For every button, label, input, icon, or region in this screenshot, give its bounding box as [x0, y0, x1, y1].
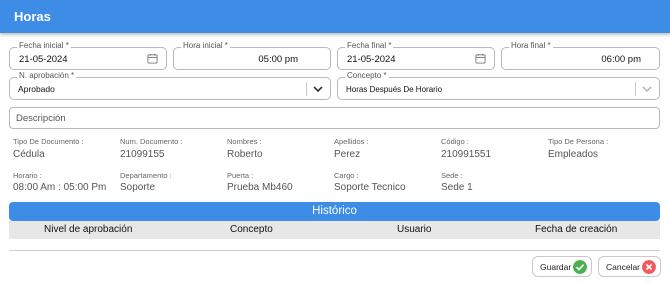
descripcion-placeholder: Descripción — [16, 113, 66, 124]
guardar-label: Guardar — [540, 262, 572, 272]
fecha-inicial-field[interactable]: Fecha inicial * 21-05-2024 — [9, 41, 167, 70]
footer-divider — [9, 250, 660, 251]
sede-label: Sede : — [441, 171, 463, 180]
cancelar-label: Cancelar — [606, 262, 641, 272]
horario-label: Horario : — [13, 171, 42, 180]
hora-inicial-field[interactable]: Hora inicial * 05:00 pm — [173, 41, 331, 70]
chevron-down-icon[interactable] — [641, 84, 653, 94]
hora-final-field[interactable]: Hora final * 06:00 pm — [501, 41, 660, 70]
apellidos-value: Perez — [334, 149, 361, 160]
dialog-header: Horas — [0, 0, 670, 33]
aprobacion-label: N. aprobación * — [17, 71, 77, 81]
aprobacion-value: Aprobado — [18, 84, 55, 94]
hora-inicial-value: 05:00 pm — [258, 54, 298, 65]
historico-title: Histórico — [312, 205, 357, 217]
calendar-icon[interactable] — [475, 53, 486, 64]
sede-value: Sede 1 — [441, 182, 473, 193]
chevron-down-icon[interactable] — [312, 84, 324, 94]
hora-final-value: 06:00 pm — [601, 54, 641, 65]
concepto-label: Concepto * — [345, 71, 389, 81]
select-separator — [635, 82, 636, 96]
hora-final-label: Hora final * — [509, 41, 553, 51]
cargo-label: Cargo : — [334, 171, 359, 180]
nombres-label: Nombres : — [227, 137, 262, 146]
departamento-label: Departamento : — [120, 171, 172, 180]
fecha-final-label: Fecha final * — [345, 41, 394, 51]
aprobacion-select[interactable]: N. aprobación * Aprobado — [9, 71, 331, 100]
tipo-persona-label: Tipo De Persona : — [548, 137, 609, 146]
check-circle-icon — [573, 260, 587, 274]
codigo-label: Código : — [441, 137, 469, 146]
nombres-value: Roberto — [227, 149, 263, 160]
puerta-value: Prueba Mb460 — [227, 182, 293, 193]
column-header-nivel: Nivel de aprobación — [44, 224, 133, 235]
column-header-usuario: Usuario — [397, 224, 432, 235]
column-header-fecha: Fecha de creación — [535, 224, 618, 235]
tipo-documento-value: Cédula — [13, 149, 45, 160]
dialog-title: Horas — [14, 9, 51, 24]
tipo-persona-value: Empleados — [548, 149, 599, 160]
fecha-inicial-label: Fecha inicial * — [17, 41, 71, 51]
codigo-value: 210991551 — [441, 149, 492, 160]
departamento-value: Soporte — [120, 182, 156, 193]
fecha-final-field[interactable]: Fecha final * 21-05-2024 — [337, 41, 495, 70]
close-circle-icon — [642, 260, 656, 274]
column-header-concepto: Concepto — [230, 224, 273, 235]
cancelar-button[interactable]: Cancelar — [598, 256, 661, 277]
cargo-value: Soporte Tecnico — [334, 182, 406, 193]
select-separator — [306, 82, 307, 96]
apellidos-label: Apellidos : — [334, 137, 369, 146]
horario-value: 08:00 Am : 05:00 Pm — [13, 182, 107, 193]
fecha-inicial-value: 21-05-2024 — [19, 54, 68, 65]
fecha-final-value: 21-05-2024 — [347, 54, 396, 65]
puerta-label: Puerta : — [227, 171, 254, 180]
guardar-button[interactable]: Guardar — [532, 256, 592, 277]
tipo-documento-label: Tipo De Documento : — [13, 137, 84, 146]
num-documento-label: Num. Documento : — [120, 137, 183, 146]
num-documento-value: 21099155 — [120, 149, 165, 160]
concepto-value: Horas Después De Horario — [346, 85, 443, 94]
historico-header: Histórico — [9, 202, 660, 221]
hora-inicial-label: Hora inicial * — [181, 41, 230, 51]
calendar-icon[interactable] — [147, 53, 158, 64]
historico-table-header: Nivel de aprobación Concepto Usuario Fec… — [9, 221, 660, 239]
descripcion-input[interactable]: Descripción — [9, 107, 660, 129]
concepto-select[interactable]: Concepto * Horas Después De Horario — [337, 71, 660, 100]
